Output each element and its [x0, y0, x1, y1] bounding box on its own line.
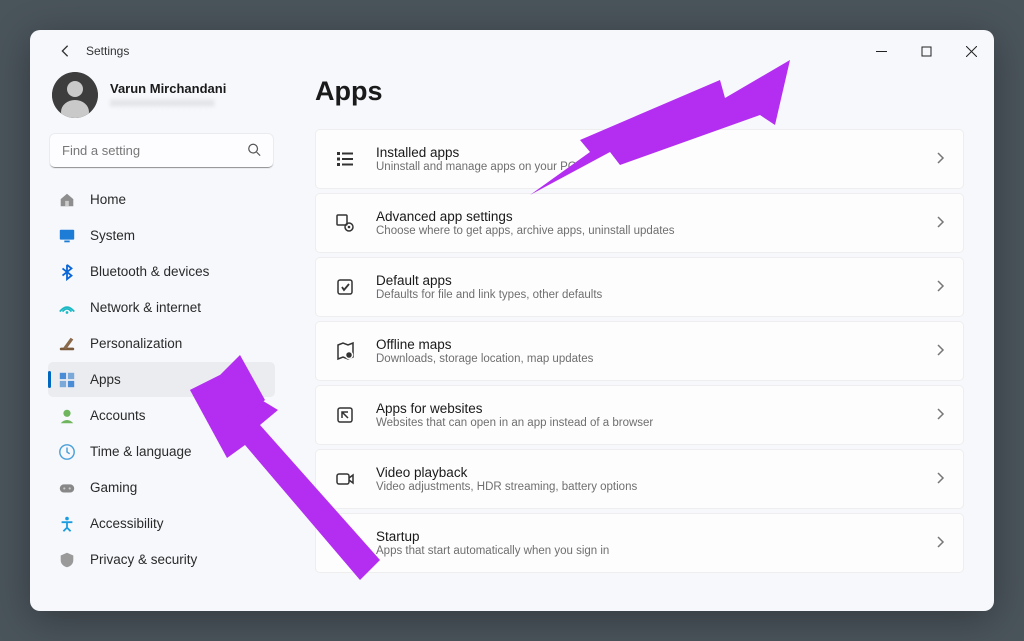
chevron-right-icon: [937, 152, 945, 167]
page-title: Apps: [315, 76, 964, 107]
card-title: Video playback: [376, 465, 937, 480]
chevron-right-icon: [937, 216, 945, 231]
card-advanced-app-settings[interactable]: Advanced app settingsChoose where to get…: [315, 193, 964, 253]
chevron-right-icon: [937, 280, 945, 295]
gear-app-icon: [334, 212, 356, 234]
sidebar-item-label: Bluetooth & devices: [90, 264, 209, 279]
card-text: Default appsDefaults for file and link t…: [376, 273, 937, 301]
sidebar-item-label: Time & language: [90, 444, 192, 459]
bluetooth-icon: [58, 263, 76, 281]
list-icon: [334, 148, 356, 170]
card-offline-maps[interactable]: Offline mapsDownloads, storage location,…: [315, 321, 964, 381]
sidebar-item-apps[interactable]: Apps: [48, 362, 275, 397]
card-description: Defaults for file and link types, other …: [376, 289, 937, 301]
sidebar-item-label: Gaming: [90, 480, 137, 495]
gaming-icon: [58, 479, 76, 497]
sidebar-item-label: Privacy & security: [90, 552, 197, 567]
maximize-button[interactable]: [904, 35, 949, 67]
card-text: Apps for websitesWebsites that can open …: [376, 401, 937, 429]
sidebar-item-personalization[interactable]: Personalization: [48, 326, 275, 361]
profile-name: Varun Mirchandani: [110, 81, 226, 96]
sidebar-item-gaming[interactable]: Gaming: [48, 470, 275, 505]
avatar: [52, 72, 98, 118]
home-icon: [58, 191, 76, 209]
sidebar-item-bluetooth-devices[interactable]: Bluetooth & devices: [48, 254, 275, 289]
sidebar-item-time-language[interactable]: Time & language: [48, 434, 275, 469]
chevron-right-icon: [937, 536, 945, 551]
close-button[interactable]: [949, 35, 994, 67]
privacy-icon: [58, 551, 76, 569]
chevron-right-icon: [937, 344, 945, 359]
settings-window: Settings Varun Mirchandani xxxxxxxxxxxxx…: [30, 30, 994, 611]
sidebar: Varun Mirchandani xxxxxxxxxxxxxxxxxxx Ho…: [30, 72, 285, 611]
card-default-apps[interactable]: Default appsDefaults for file and link t…: [315, 257, 964, 317]
settings-cards: Installed appsUninstall and manage apps …: [315, 129, 964, 573]
personalization-icon: [58, 335, 76, 353]
search-input[interactable]: [50, 134, 273, 168]
titlebar: Settings: [30, 30, 994, 72]
sidebar-item-accounts[interactable]: Accounts: [48, 398, 275, 433]
card-video-playback[interactable]: Video playbackVideo adjustments, HDR str…: [315, 449, 964, 509]
minimize-button[interactable]: [859, 35, 904, 67]
time-icon: [58, 443, 76, 461]
sidebar-item-label: Network & internet: [90, 300, 201, 315]
card-description: Downloads, storage location, map updates: [376, 353, 937, 365]
card-title: Advanced app settings: [376, 209, 937, 224]
card-title: Startup: [376, 529, 937, 544]
card-description: Websites that can open in an app instead…: [376, 417, 937, 429]
back-button[interactable]: [50, 36, 80, 66]
content-area[interactable]: Apps Installed appsUninstall and manage …: [285, 72, 994, 611]
card-installed-apps[interactable]: Installed appsUninstall and manage apps …: [315, 129, 964, 189]
card-title: Offline maps: [376, 337, 937, 352]
sidebar-item-accessibility[interactable]: Accessibility: [48, 506, 275, 541]
video-icon: [334, 468, 356, 490]
card-text: Advanced app settingsChoose where to get…: [376, 209, 937, 237]
apps-icon: [58, 371, 76, 389]
chevron-right-icon: [937, 472, 945, 487]
app-website-icon: [334, 404, 356, 426]
sidebar-item-home[interactable]: Home: [48, 182, 275, 217]
startup-icon: [334, 532, 356, 554]
sidebar-item-label: Accounts: [90, 408, 146, 423]
card-apps-for-websites[interactable]: Apps for websitesWebsites that can open …: [315, 385, 964, 445]
sidebar-item-system[interactable]: System: [48, 218, 275, 253]
search-container: [48, 134, 275, 168]
card-text: Offline mapsDownloads, storage location,…: [376, 337, 937, 365]
sidebar-item-label: Accessibility: [90, 516, 164, 531]
sidebar-item-label: Home: [90, 192, 126, 207]
profile-text: Varun Mirchandani xxxxxxxxxxxxxxxxxxx: [110, 81, 226, 109]
profile-email: xxxxxxxxxxxxxxxxxxx: [110, 97, 226, 109]
sidebar-item-network-internet[interactable]: Network & internet: [48, 290, 275, 325]
sidebar-item-label: Personalization: [90, 336, 182, 351]
card-startup[interactable]: StartupApps that start automatically whe…: [315, 513, 964, 573]
default-app-icon: [334, 276, 356, 298]
card-description: Apps that start automatically when you s…: [376, 545, 937, 557]
sidebar-nav[interactable]: Home System Bluetooth & devices Network & i…: [48, 182, 275, 611]
chevron-right-icon: [937, 408, 945, 423]
profile-section[interactable]: Varun Mirchandani xxxxxxxxxxxxxxxxxxx: [48, 72, 275, 118]
card-description: Video adjustments, HDR streaming, batter…: [376, 481, 937, 493]
card-text: Installed appsUninstall and manage apps …: [376, 145, 937, 173]
window-title: Settings: [86, 44, 129, 58]
card-title: Apps for websites: [376, 401, 937, 416]
sidebar-item-label: Apps: [90, 372, 121, 387]
map-icon: [334, 340, 356, 362]
card-description: Uninstall and manage apps on your PC: [376, 161, 937, 173]
card-text: Video playbackVideo adjustments, HDR str…: [376, 465, 937, 493]
network-icon: [58, 299, 76, 317]
sidebar-item-label: System: [90, 228, 135, 243]
main-area: Varun Mirchandani xxxxxxxxxxxxxxxxxxx Ho…: [30, 72, 994, 611]
card-title: Default apps: [376, 273, 937, 288]
window-controls: [859, 35, 994, 67]
card-title: Installed apps: [376, 145, 937, 160]
card-text: StartupApps that start automatically whe…: [376, 529, 937, 557]
card-description: Choose where to get apps, archive apps, …: [376, 225, 937, 237]
accessibility-icon: [58, 515, 76, 533]
accounts-icon: [58, 407, 76, 425]
system-icon: [58, 227, 76, 245]
sidebar-item-privacy-security[interactable]: Privacy & security: [48, 542, 275, 577]
